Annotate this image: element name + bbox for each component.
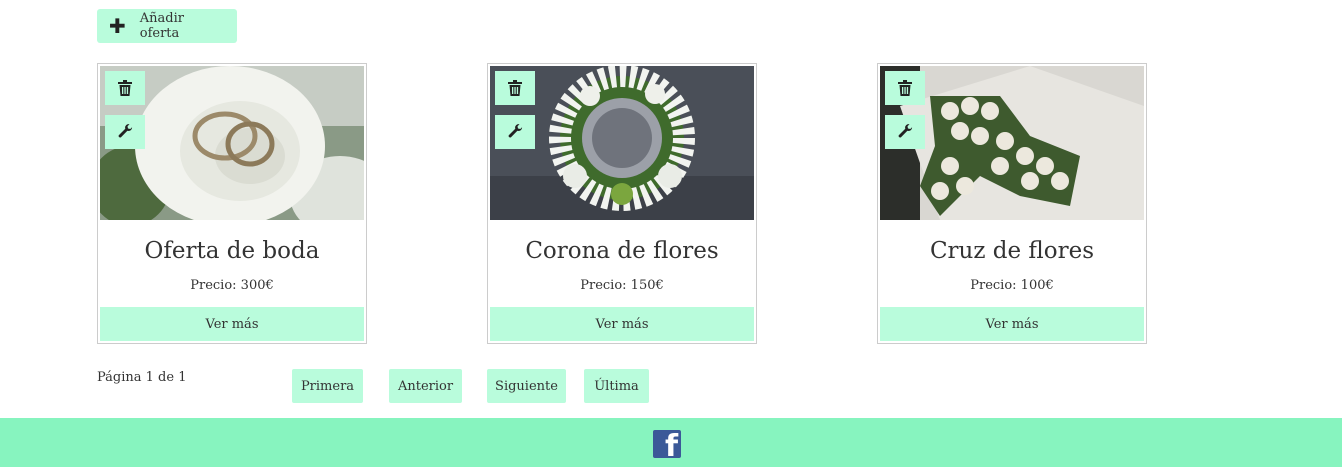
delete-offer-button[interactable] [495,71,535,105]
previous-page-button[interactable]: Anterior [389,369,462,403]
offer-title: Oferta de boda [144,238,320,264]
page-indicator: Página 1 de 1 [97,370,187,385]
offer-title: Cruz de flores [929,238,1095,264]
offer-card: Cruz de flores Precio: 100€ Ver más [877,63,1147,344]
view-more-button[interactable]: Ver más [880,307,1144,341]
offer-card: Corona de flores Precio: 150€ Ver más [487,63,757,344]
footer: f [0,418,1342,467]
plus-icon: ✚ [109,14,126,38]
wrench-icon [898,124,913,138]
edit-offer-button[interactable] [885,115,925,149]
last-page-button[interactable]: Última [584,369,649,403]
trash-icon [508,80,522,96]
offer-price: Precio: 150€ [580,278,664,293]
wrench-icon [118,124,133,138]
delete-offer-button[interactable] [105,71,145,105]
facebook-glyph: f [664,430,678,459]
wrench-icon [508,124,523,138]
offer-price: Precio: 100€ [970,278,1054,293]
add-offer-button[interactable]: ✚ Añadir oferta [97,9,237,43]
view-more-button[interactable]: Ver más [100,307,364,341]
add-offer-label: Añadir oferta [139,11,184,41]
trash-icon [898,80,912,96]
next-page-button[interactable]: Siguiente [487,369,566,403]
offer-price: Precio: 300€ [190,278,274,293]
trash-icon [118,80,132,96]
first-page-button[interactable]: Primera [292,369,363,403]
delete-offer-button[interactable] [885,71,925,105]
offer-title: Corona de flores [525,238,719,264]
view-more-button[interactable]: Ver más [490,307,754,341]
facebook-icon[interactable]: f [653,430,681,458]
edit-offer-button[interactable] [105,115,145,149]
edit-offer-button[interactable] [495,115,535,149]
offer-card: Oferta de boda Precio: 300€ Ver más [97,63,367,344]
